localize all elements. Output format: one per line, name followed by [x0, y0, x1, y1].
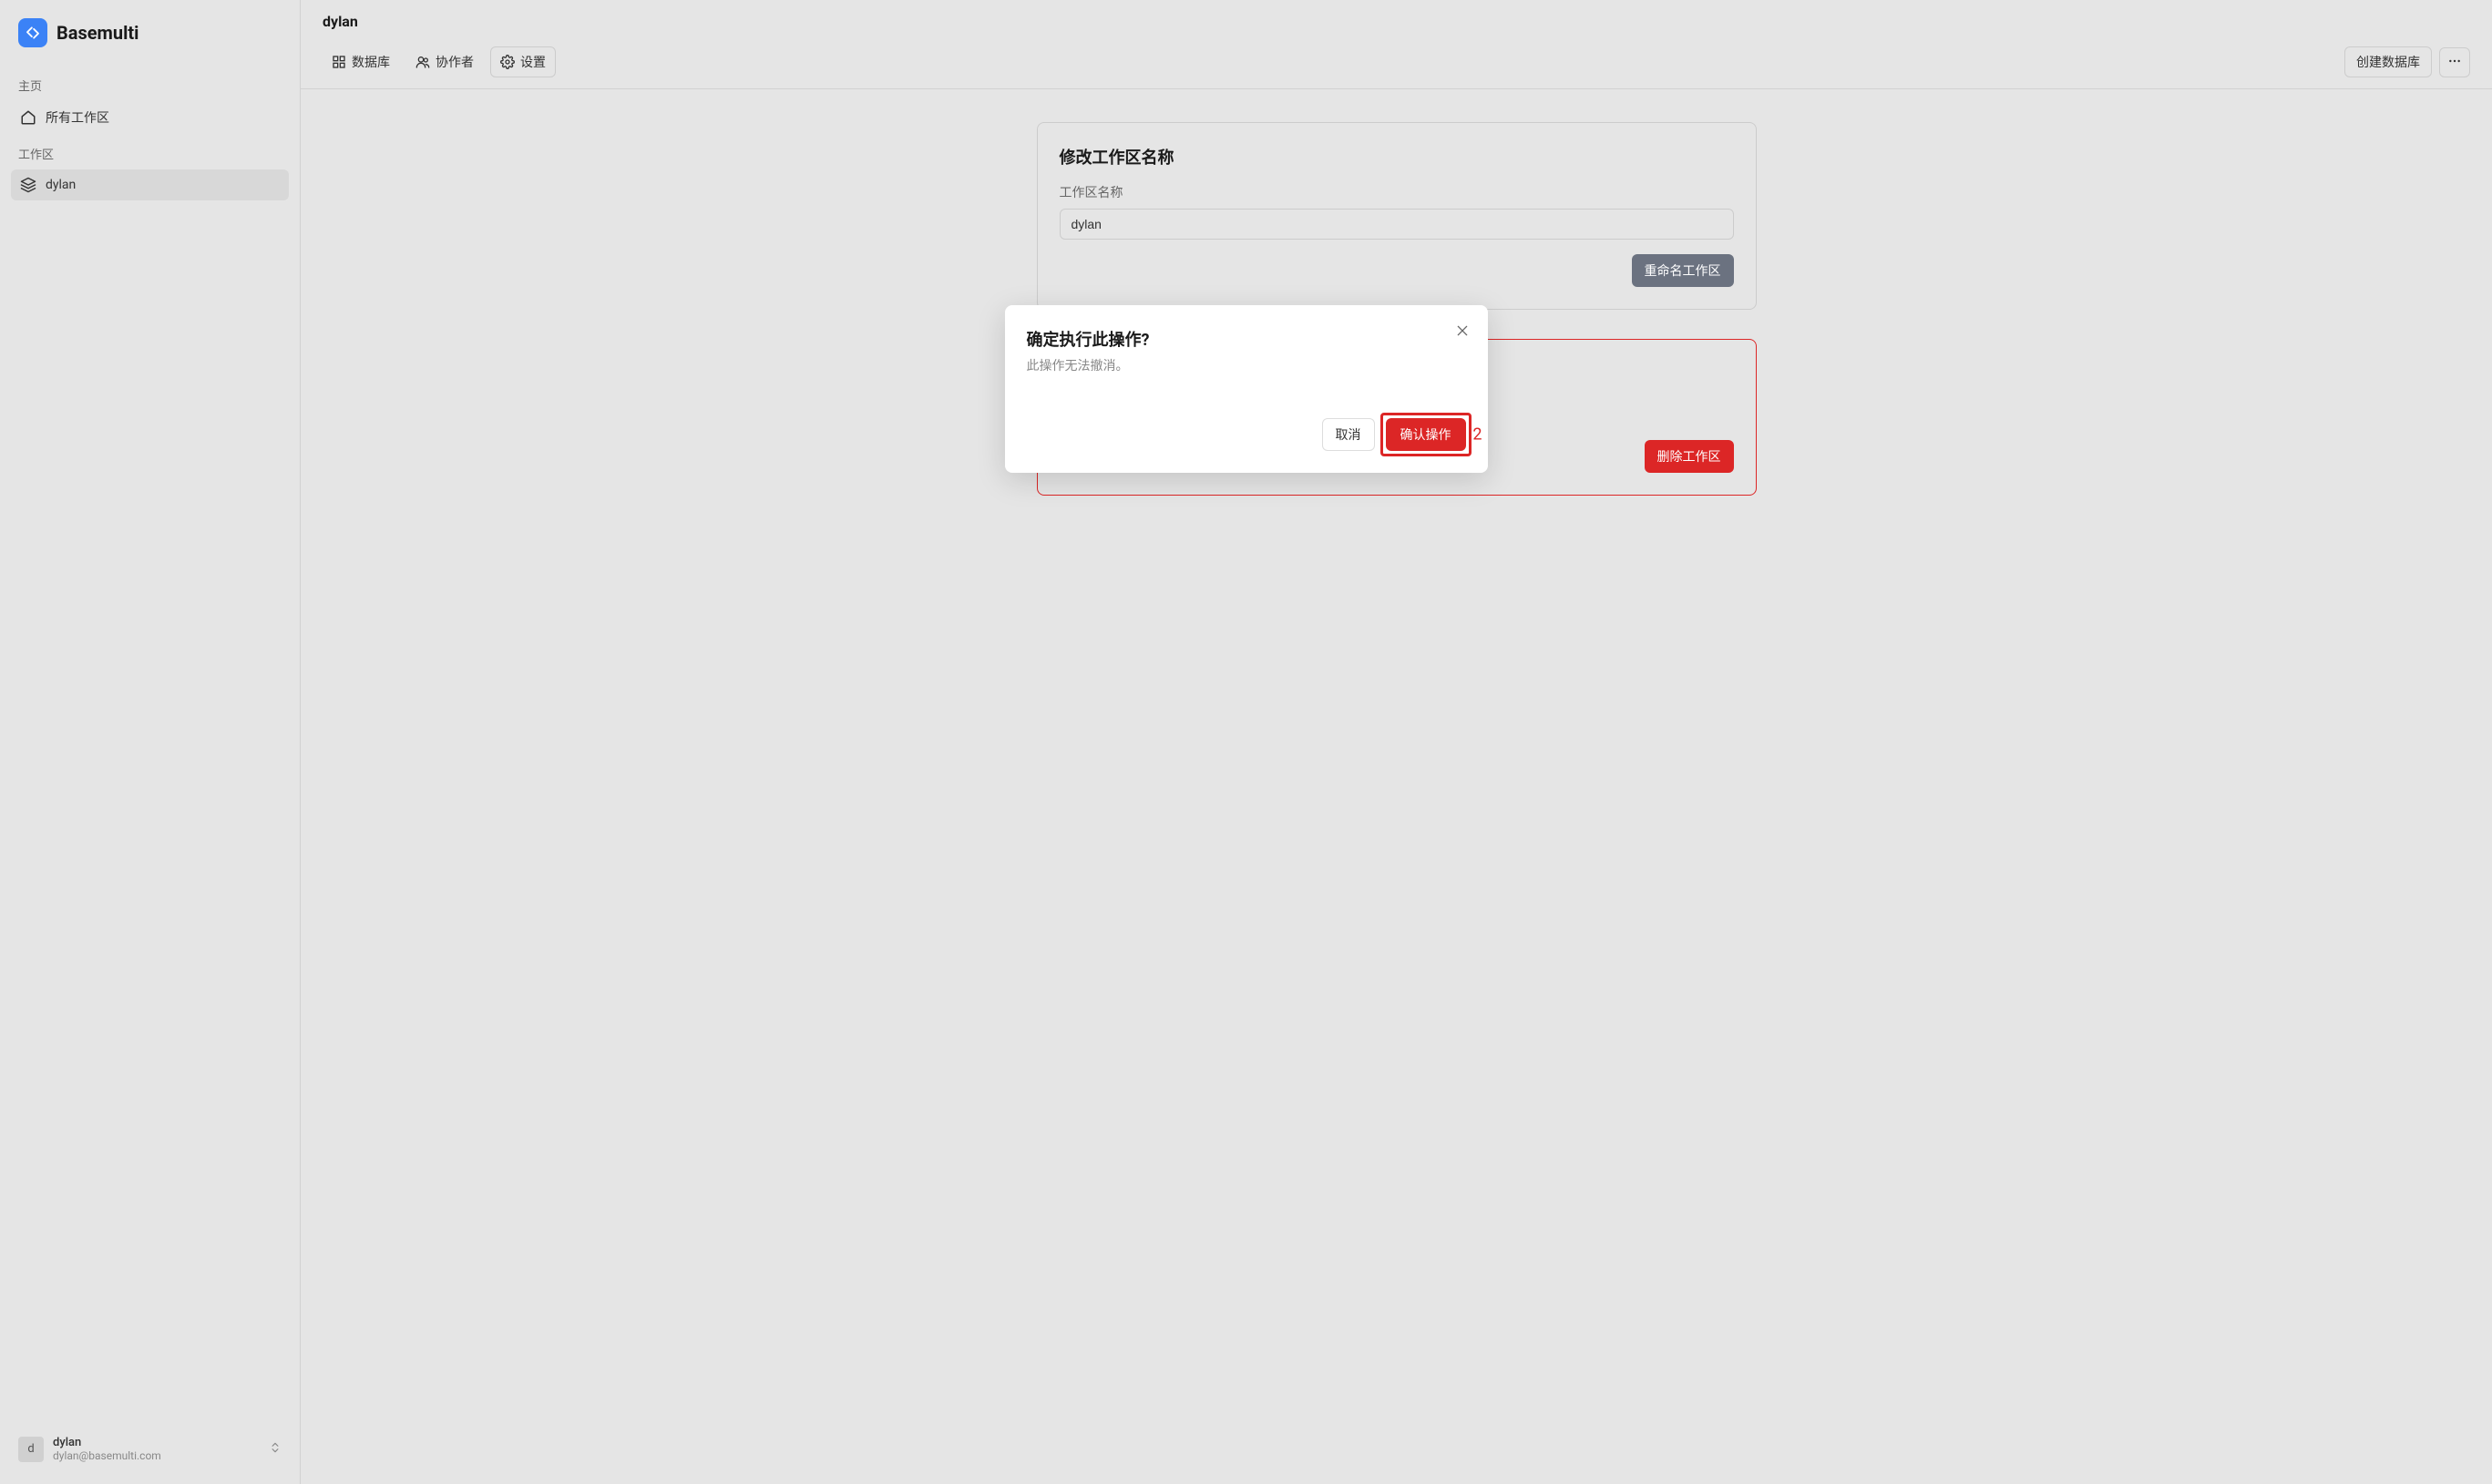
app-name: Basemulti: [56, 22, 138, 44]
modal-actions: 取消 确认操作 2: [1027, 418, 1466, 451]
avatar: d: [18, 1437, 44, 1462]
cancel-button[interactable]: 取消: [1322, 418, 1375, 451]
tab-collaborators[interactable]: 协作者: [406, 47, 483, 77]
sidebar-item-label: 所有工作区: [46, 108, 109, 127]
grid-icon: [332, 55, 346, 69]
modal-close-button[interactable]: [1453, 322, 1472, 343]
main-tabs: 数据库 协作者 设置 创建数据库: [301, 39, 2492, 89]
chevrons-up-down-icon: [269, 1439, 282, 1459]
workspace-name-input[interactable]: [1060, 209, 1734, 240]
tab-label: 协作者: [436, 53, 474, 71]
sidebar-section-home: 主页: [11, 66, 289, 101]
page-title: dylan: [323, 13, 2470, 30]
main-header: dylan: [301, 0, 2492, 39]
sidebar-section-workspace: 工作区: [11, 134, 289, 169]
main: dylan 数据库 协作者: [301, 0, 2492, 1484]
settings-content: 修改工作区名称 工作区名称 重命名工作区 删除工作区: [301, 89, 2492, 1484]
home-icon: [20, 109, 36, 126]
rename-workspace-button[interactable]: 重命名工作区: [1632, 254, 1734, 287]
sidebar-header[interactable]: Basemulti: [11, 15, 289, 66]
user-info: dylan dylan@basemulti.com: [53, 1436, 260, 1462]
app-logo-icon: [18, 18, 47, 47]
user-email: dylan@basemulti.com: [53, 1449, 260, 1462]
tab-label: 设置: [520, 53, 546, 71]
confirm-action-button[interactable]: 确认操作: [1386, 418, 1466, 451]
sidebar-item-label: dylan: [46, 178, 76, 192]
create-database-button[interactable]: 创建数据库: [2344, 46, 2432, 77]
more-horizontal-icon: [2447, 54, 2462, 68]
sidebar-item-workspace-dylan[interactable]: dylan: [11, 169, 289, 200]
close-icon: [1455, 323, 1470, 338]
user-name: dylan: [53, 1436, 260, 1449]
tab-databases[interactable]: 数据库: [323, 47, 399, 77]
modal-title: 确定执行此操作?: [1027, 327, 1466, 351]
sidebar: Basemulti 主页 所有工作区 工作区 dylan d dylan dyl…: [0, 0, 301, 1484]
layers-icon: [20, 177, 36, 193]
modal-description: 此操作无法撤消。: [1027, 356, 1466, 374]
tab-label: 数据库: [352, 53, 390, 71]
sidebar-user-menu[interactable]: d dylan dylan@basemulti.com: [11, 1428, 289, 1469]
more-actions-button[interactable]: [2439, 47, 2470, 77]
tab-settings[interactable]: 设置: [490, 46, 556, 77]
rename-workspace-card: 修改工作区名称 工作区名称 重命名工作区: [1037, 122, 1757, 310]
annotation-number: 2: [1472, 425, 1482, 445]
users-icon: [415, 55, 430, 69]
gear-icon: [500, 55, 515, 69]
card-title: 修改工作区名称: [1060, 145, 1734, 169]
delete-workspace-button[interactable]: 删除工作区: [1645, 440, 1734, 473]
confirm-modal: 确定执行此操作? 此操作无法撤消。 取消 确认操作 2: [1005, 305, 1488, 473]
field-label: 工作区名称: [1060, 183, 1734, 201]
sidebar-item-all-workspaces[interactable]: 所有工作区: [11, 101, 289, 134]
